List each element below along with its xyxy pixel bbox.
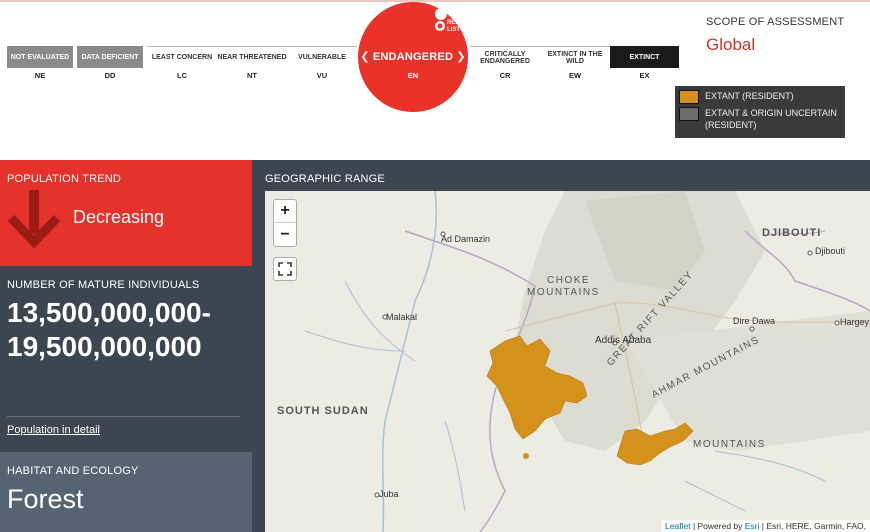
status-label: NOT EVALUATED: [7, 46, 73, 68]
status-label: DATA DEFICIENT: [77, 46, 143, 68]
population-trend-label: POPULATION TREND: [7, 173, 122, 185]
place-label: Malakal: [386, 312, 418, 322]
population-detail-link[interactable]: Population in detail: [7, 424, 100, 436]
scope-value: Global: [706, 35, 756, 54]
status-label: CRITICALLY ENDANGERED: [470, 46, 540, 68]
current-status-label: ❮ ENDANGERED ❯: [360, 50, 466, 63]
place-label: MOUNTAINS: [527, 287, 600, 298]
mature-individuals-panel: NUMBER OF MATURE INDIVIDUALS 13,500,000,…: [0, 266, 252, 452]
mature-individuals-label: NUMBER OF MATURE INDIVIDUALS: [7, 279, 200, 291]
place-label: MOUNTAINS: [693, 439, 766, 450]
status-lc[interactable]: LEAST CONCERN LC: [147, 46, 217, 84]
chevron-left-icon[interactable]: ❮: [360, 51, 369, 63]
status-abbr: NE: [34, 71, 46, 80]
geographic-range-label: GEOGRAPHIC RANGE: [265, 173, 385, 185]
down-arrow-icon: [7, 190, 61, 249]
legend-label: EXTANT (RESIDENT): [705, 91, 794, 101]
status-abbr: LC: [177, 71, 187, 80]
status-abbr: EX: [639, 71, 650, 80]
population-trend-value: Decreasing: [73, 207, 165, 227]
status-nt[interactable]: NEAR THREATENED NT: [217, 46, 287, 84]
range-map[interactable]: Ad Damazin DJIBOUTI Djibouti CHOKE MOUNT…: [265, 191, 870, 532]
place-label: Ad Damazin: [441, 234, 491, 244]
place-label: Hargey: [840, 317, 870, 327]
scope-title: SCOPE OF ASSESSMENT: [706, 16, 845, 28]
leaflet-link[interactable]: Leaflet: [665, 521, 691, 531]
status-label: VULNERABLE: [287, 46, 357, 68]
mature-individuals-value: 13,500,000,000-19,500,000,000: [7, 297, 211, 362]
status-dd[interactable]: DATA DEFICIENT DD: [77, 46, 143, 84]
fullscreen-icon: [278, 262, 292, 276]
top-divider: [0, 0, 870, 2]
status-label: LEAST CONCERN: [147, 46, 217, 68]
status-abbr: NT: [247, 71, 257, 80]
habitat-label: HABITAT AND ECOLOGY: [7, 465, 139, 477]
svg-text:RED: RED: [447, 20, 460, 26]
red-list-status-scale: NOT EVALUATED NE DATA DEFICIENT DD LEAST…: [7, 46, 679, 84]
map-basemap: [304, 191, 870, 532]
status-label: EXTINCT IN THE WILD: [540, 46, 610, 68]
divider: [7, 416, 240, 417]
status-ex[interactable]: EXTINCT EX: [610, 46, 679, 84]
status-label: EXTINCT: [610, 46, 679, 68]
place-label: DJIBOUTI: [762, 227, 822, 239]
red-list-logo: RED LIST: [435, 7, 462, 33]
place-label: CHOKE: [547, 275, 591, 286]
geographic-range-panel: GEOGRAPHIC RANGE Ad Damazin DJIBOUTI Dji…: [252, 160, 870, 532]
status-abbr: CR: [499, 71, 511, 80]
status-ne[interactable]: NOT EVALUATED NE: [7, 46, 73, 84]
current-status-text: ENDANGERED: [372, 51, 454, 63]
zoom-out-button[interactable]: −: [274, 223, 296, 246]
status-label: NEAR THREATENED: [217, 46, 287, 68]
chevron-right-icon[interactable]: ❯: [456, 51, 465, 63]
map-legend: EXTANT (RESIDENT) EXTANT & ORIGIN UNCERT…: [675, 86, 845, 138]
legend-label: EXTANT & ORIGIN UNCERTAIN (RESIDENT): [705, 108, 837, 130]
place-label: Djibouti: [815, 246, 846, 256]
status-ew[interactable]: EXTINCT IN THE WILD EW: [540, 46, 610, 84]
status-abbr: EW: [568, 71, 582, 80]
legend-swatch: [679, 90, 699, 104]
habitat-value: Forest: [7, 484, 84, 514]
zoom-control: + −: [273, 199, 297, 247]
place-label: Dire Dawa: [733, 316, 776, 326]
fullscreen-button[interactable]: [273, 257, 297, 281]
attribution-text: | Esri, HERE, Garmin, FAO,: [759, 521, 866, 531]
svg-text:LIST: LIST: [447, 27, 460, 33]
status-vu[interactable]: VULNERABLE VU: [287, 46, 357, 84]
habitat-panel: HABITAT AND ECOLOGY Forest: [0, 452, 252, 532]
legend-swatch: [679, 107, 699, 121]
status-abbr: VU: [316, 71, 328, 80]
current-status-abbr: EN: [407, 71, 419, 80]
place-label: SOUTH SUDAN: [277, 405, 369, 417]
legend-item-extant-uncertain: EXTANT & ORIGIN UNCERTAIN (RESIDENT): [679, 107, 841, 131]
population-trend-panel: POPULATION TREND Decreasing: [0, 160, 252, 266]
esri-link[interactable]: Esri: [745, 521, 760, 531]
zoom-in-button[interactable]: +: [274, 200, 296, 223]
status-cr[interactable]: CRITICALLY ENDANGERED CR: [470, 46, 540, 84]
legend-item-extant: EXTANT (RESIDENT): [679, 90, 841, 104]
attribution-text: | Powered by: [690, 521, 745, 531]
status-abbr: DD: [104, 71, 116, 80]
map-attribution: Leaflet | Powered by Esri | Esri, HERE, …: [661, 520, 870, 532]
place-label: Juba: [379, 489, 399, 499]
